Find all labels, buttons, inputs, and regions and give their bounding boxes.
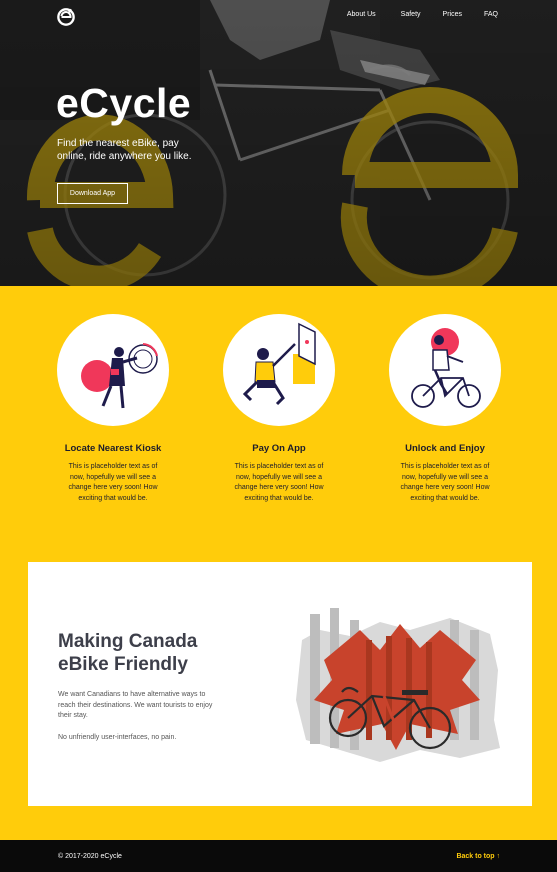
feature-title: Pay On App: [252, 443, 306, 454]
canada-flag-bike-image: [296, 608, 500, 762]
cyclist-illustration: [389, 314, 501, 426]
about-paragraph-2: No unfriendly user-interfaces, no pain.: [58, 734, 177, 741]
main-navigation: About Us Safety Prices FAQ: [347, 11, 498, 18]
about-heading: Making Canada eBike Friendly: [58, 630, 238, 676]
footer: © 2017-2020 eCycle Back to top ↑: [0, 840, 557, 872]
nav-faq[interactable]: FAQ: [484, 11, 498, 18]
feature-text: This is placeholder text as of now, hope…: [68, 463, 158, 502]
kiosk-illustration: [57, 314, 169, 426]
download-app-button[interactable]: Download App: [57, 183, 128, 204]
hero-tagline: Find the nearest eBike, pay online, ride…: [57, 138, 192, 162]
nav-prices[interactable]: Prices: [443, 11, 462, 18]
feature-title: Locate Nearest Kiosk: [64, 443, 162, 454]
feature-locate-kiosk: Locate Nearest Kiosk This is placeholder…: [53, 314, 173, 504]
about-card: Making Canada eBike Friendly We want Can…: [28, 562, 532, 806]
nav-about-us[interactable]: About Us: [347, 11, 376, 18]
payment-illustration: [223, 314, 335, 426]
ecycle-logo-icon[interactable]: [57, 8, 75, 26]
feature-pay-on-app: Pay On App This is placeholder text as o…: [219, 314, 339, 504]
feature-title: Unlock and Enjoy: [405, 443, 485, 454]
features-section: Locate Nearest Kiosk This is placeholder…: [0, 286, 557, 562]
about-paragraph-1: We want Canadians to have alternative wa…: [58, 691, 213, 719]
feature-unlock-enjoy: Unlock and Enjoy This is placeholder tex…: [385, 314, 505, 504]
copyright-text: © 2017-2020 eCycle: [58, 853, 122, 860]
hero-title: eCycle: [56, 80, 192, 126]
about-heading-line2: eBike Friendly: [58, 654, 188, 675]
about-heading-line1: Making Canada: [58, 631, 198, 652]
back-to-top-link[interactable]: Back to top ↑: [456, 853, 500, 860]
feature-text: This is placeholder text as of now, hope…: [400, 463, 490, 502]
nav-safety[interactable]: Safety: [401, 11, 421, 18]
feature-text: This is placeholder text as of now, hope…: [234, 463, 324, 502]
hero-section: About Us Safety Prices FAQ eCycle Find t…: [0, 0, 557, 286]
